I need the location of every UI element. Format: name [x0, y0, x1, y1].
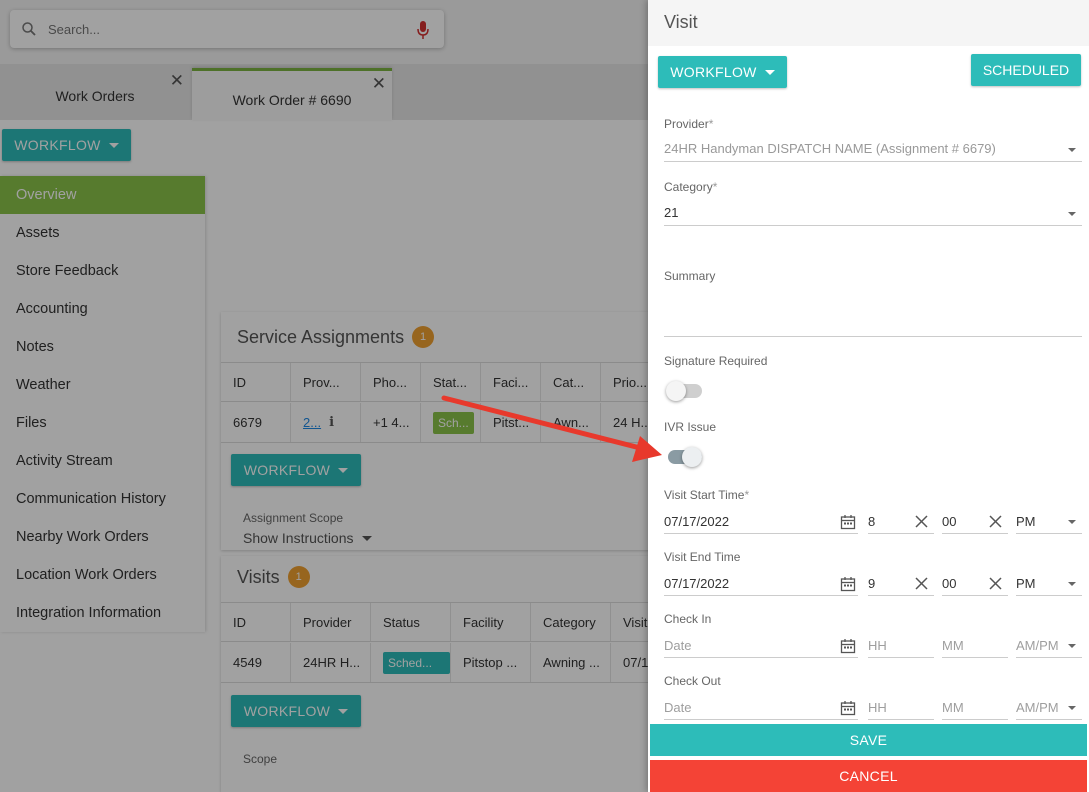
clear-icon[interactable] [989, 577, 1002, 590]
check-out-row: Date HH MM AM/PM [664, 696, 1082, 720]
end-minute-input[interactable]: 00 [942, 572, 1008, 596]
check-out-ampm-select[interactable]: AM/PM [1016, 696, 1082, 720]
signature-required-toggle[interactable] [666, 381, 702, 401]
summary-textarea[interactable] [664, 313, 1082, 337]
check-out-hour-input[interactable]: HH [868, 696, 934, 720]
check-in-ampm-select[interactable]: AM/PM [1016, 634, 1082, 658]
start-date-input[interactable]: 07/17/2022 [664, 510, 858, 534]
calendar-icon[interactable] [840, 700, 856, 716]
dropdown-arrow-icon [1068, 148, 1076, 152]
check-in-hour-input[interactable]: HH [868, 634, 934, 658]
dropdown-arrow-icon [1068, 644, 1076, 648]
provider-select[interactable]: 24HR Handyman DISPATCH NAME (Assignment … [664, 138, 1082, 162]
cancel-button[interactable]: CANCEL [650, 760, 1087, 792]
start-hour-input[interactable]: 8 [868, 510, 934, 534]
ivr-issue-toggle[interactable] [668, 447, 702, 467]
clear-icon[interactable] [915, 577, 928, 590]
modal-backdrop[interactable] [0, 0, 648, 792]
panel-header: Visit [648, 0, 1089, 46]
end-hour-input[interactable]: 9 [868, 572, 934, 596]
calendar-icon[interactable] [840, 576, 856, 592]
category-select[interactable]: 21 [664, 202, 1082, 226]
visit-start-row: 07/17/2022 8 00 PM [664, 510, 1082, 534]
check-in-date-input[interactable]: Date [664, 634, 858, 658]
toggle-knob [666, 381, 686, 401]
check-in-minute-input[interactable]: MM [942, 634, 1008, 658]
end-ampm-select[interactable]: PM [1016, 572, 1082, 596]
dropdown-arrow-icon [1068, 212, 1076, 216]
save-button[interactable]: SAVE [650, 724, 1087, 756]
panel-workflow-button[interactable]: WORKFLOW [658, 56, 787, 88]
clear-icon[interactable] [989, 515, 1002, 528]
calendar-icon[interactable] [840, 638, 856, 654]
check-out-minute-input[interactable]: MM [942, 696, 1008, 720]
check-out-label: Check Out [664, 674, 721, 688]
scheduled-status-button[interactable]: SCHEDULED [971, 54, 1081, 86]
toggle-knob [682, 447, 702, 467]
category-label: Category* [664, 180, 718, 194]
clear-icon[interactable] [915, 515, 928, 528]
calendar-icon[interactable] [840, 514, 856, 530]
check-in-label: Check In [664, 612, 712, 626]
visit-end-label: Visit End Time [664, 550, 741, 564]
dropdown-arrow-icon [1068, 520, 1076, 524]
end-date-input[interactable]: 07/17/2022 [664, 572, 858, 596]
signature-required-label: Signature Required [664, 354, 768, 368]
start-minute-input[interactable]: 00 [942, 510, 1008, 534]
visit-panel: Visit WORKFLOW SCHEDULED Provider* 24HR … [648, 0, 1089, 792]
provider-label: Provider* [664, 117, 714, 131]
summary-label: Summary [664, 269, 716, 283]
visit-end-row: 07/17/2022 9 00 PM [664, 572, 1082, 596]
visit-start-label: Visit Start Time* [664, 488, 750, 502]
check-in-row: Date HH MM AM/PM [664, 634, 1082, 658]
start-ampm-select[interactable]: PM [1016, 510, 1082, 534]
check-out-date-input[interactable]: Date [664, 696, 858, 720]
ivr-issue-label: IVR Issue [664, 420, 717, 434]
dropdown-arrow-icon [1068, 582, 1076, 586]
caret-down-icon [764, 69, 775, 75]
dropdown-arrow-icon [1068, 706, 1076, 710]
panel-title: Visit [664, 12, 698, 32]
